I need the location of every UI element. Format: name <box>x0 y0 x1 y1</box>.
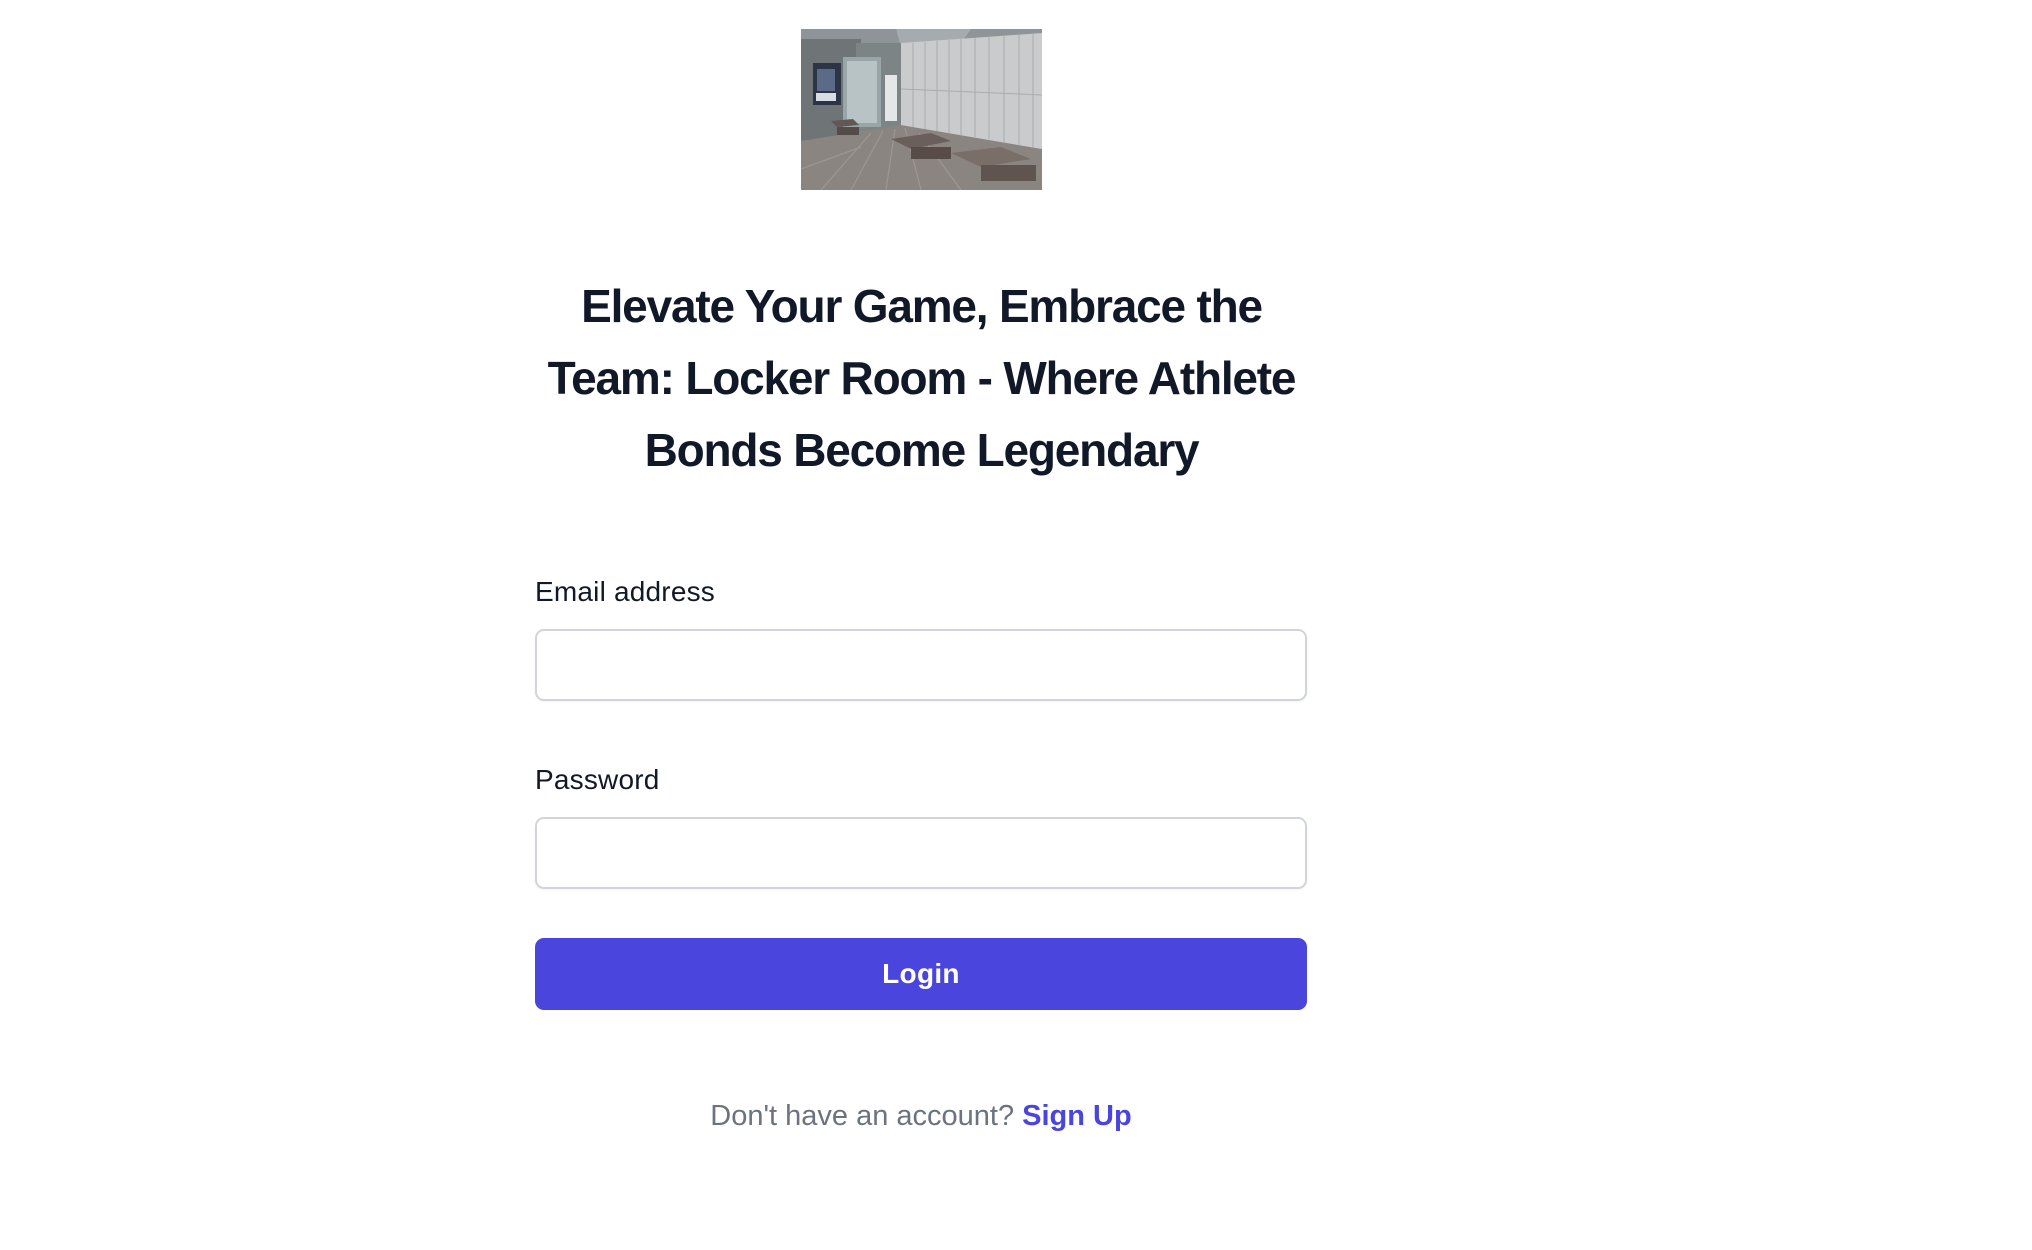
password-label: Password <box>535 764 660 795</box>
signup-prompt-row: Don't have an account? Sign Up <box>535 1096 1307 1136</box>
locker-room-image <box>801 29 1042 190</box>
email-group: Email address <box>535 572 1307 701</box>
signup-link[interactable]: Sign Up <box>1022 1100 1132 1132</box>
page-headline: Elevate Your Game, Embrace the Team: Loc… <box>547 280 1297 476</box>
password-field[interactable] <box>535 817 1307 889</box>
login-button[interactable]: Login <box>535 938 1307 1010</box>
login-form: Email address Password Login <box>535 572 1307 1010</box>
email-label: Email address <box>535 576 716 607</box>
password-group: Password <box>535 760 1307 889</box>
login-page: Elevate Your Game, Embrace the Team: Loc… <box>0 0 2032 1250</box>
email-field[interactable] <box>535 629 1307 701</box>
locker-room-photo-icon <box>801 29 1042 190</box>
signup-prompt-text: Don't have an account? <box>710 1100 1015 1132</box>
